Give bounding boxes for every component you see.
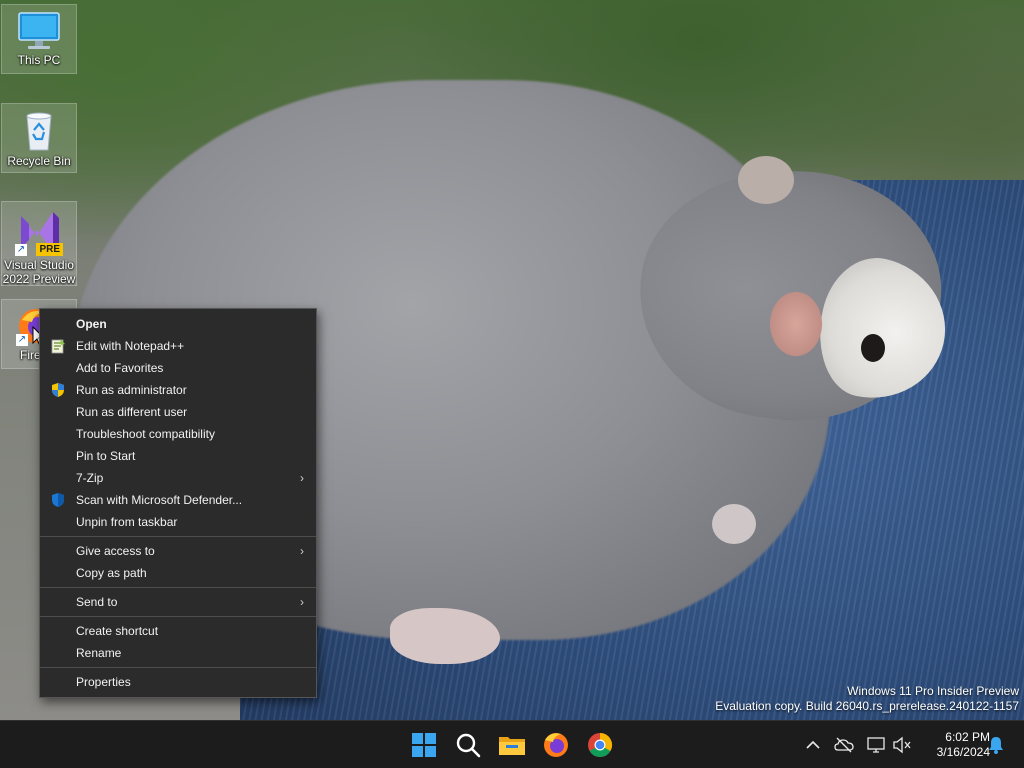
chevron-up-icon[interactable] [803,735,823,755]
menu-item-properties[interactable]: Properties [40,671,316,693]
file-explorer-icon[interactable] [496,729,528,761]
menu-item-label: Give access to [76,544,155,558]
desktop-icon-label-line1: Visual Studio [4,258,74,272]
menu-item-run-as-different-user[interactable]: Run as different user [40,401,316,423]
onedrive-icon[interactable] [834,735,854,755]
system-clock[interactable]: 6:02 PM 3/16/2024 [920,730,990,760]
chevron-right-icon: › [300,471,304,485]
menu-item-label: Copy as path [76,566,147,580]
chrome-icon[interactable] [584,729,616,761]
clock-date: 3/16/2024 [936,745,990,759]
desktop-icon-visual-studio-preview[interactable]: ↗ PRE Visual Studio 2022 Preview [1,201,77,286]
menu-item-label: Send to [76,595,118,609]
desktop-icon-recycle-bin[interactable]: Recycle Bin [1,103,77,173]
menu-separator [40,667,316,668]
desktop-wallpaper[interactable]: This PC Recycle Bin ↗ PRE Visual Studio … [0,0,1024,720]
watermark-edition: Windows 11 Pro Insider Preview [847,684,1019,698]
menu-item-label: Edit with Notepad++ [76,339,185,353]
chevron-right-icon: › [300,595,304,609]
taskbar: 6:02 PM 3/16/2024 [0,720,1024,768]
firefox-icon[interactable] [540,729,572,761]
shortcut-arrow-icon: ↗ [15,244,27,256]
menu-item-unpin-from-taskbar[interactable]: Unpin from taskbar [40,511,316,533]
menu-item-rename[interactable]: Rename [40,642,316,664]
notepad-plus-plus-icon [51,339,65,354]
menu-item-label: Rename [76,646,122,660]
menu-separator [40,616,316,617]
start-icon[interactable] [408,729,440,761]
chevron-right-icon: › [300,544,304,558]
menu-item-label: Run as different user [76,405,188,419]
menu-item-7-zip[interactable]: 7-Zip › [40,467,316,489]
menu-item-open[interactable]: Open [40,313,316,335]
menu-item-give-access-to[interactable]: Give access to › [40,540,316,562]
wallpaper-rat-paw [712,504,756,544]
menu-item-label: Add to Favorites [76,361,164,375]
wallpaper-rat-ear [738,156,794,204]
this-pc-icon [18,12,60,49]
network-icon[interactable] [866,735,886,755]
menu-item-pin-to-start[interactable]: Pin to Start [40,445,316,467]
menu-item-edit-with-notepad-plus-plus[interactable]: Edit with Notepad++ [40,335,316,357]
menu-item-run-as-administrator[interactable]: Run as administrator [40,379,316,401]
menu-item-label: Open [76,317,107,331]
menu-item-scan-with-defender[interactable]: Scan with Microsoft Defender... [40,489,316,511]
menu-separator [40,587,316,588]
context-menu: Open Edit with Notepad++ Add to Favorite… [39,308,317,698]
menu-item-label: 7-Zip [76,471,104,485]
visual-studio-preview-icon: ↗ PRE [15,208,63,256]
menu-item-send-to[interactable]: Send to › [40,591,316,613]
notification-bell-icon[interactable] [986,735,1006,755]
preview-badge: PRE [36,243,63,256]
menu-item-label: Pin to Start [76,449,136,463]
menu-item-create-shortcut[interactable]: Create shortcut [40,620,316,642]
menu-item-add-to-favorites[interactable]: Add to Favorites [40,357,316,379]
menu-item-copy-as-path[interactable]: Copy as path [40,562,316,584]
wallpaper-rat-ear [770,292,822,356]
desktop-icon-this-pc[interactable]: This PC [1,4,77,74]
menu-item-label: Troubleshoot compatibility [76,427,215,441]
recycle-bin-icon [26,112,52,151]
menu-item-troubleshoot-compatibility[interactable]: Troubleshoot compatibility [40,423,316,445]
desktop-icon-label-line2: 2022 Preview [2,272,76,286]
menu-item-label: Unpin from taskbar [76,515,178,529]
volume-muted-icon[interactable] [892,735,912,755]
menu-item-label: Properties [76,675,131,689]
defender-shield-icon [52,493,64,507]
desktop-icon-label: This PC [17,53,61,67]
wallpaper-rat-eye [861,334,885,362]
watermark-build: Evaluation copy. Build 26040.rs_prerelea… [715,699,1019,713]
menu-item-label: Run as administrator [76,383,187,397]
clock-time: 6:02 PM [945,730,990,744]
uac-shield-icon [52,383,64,397]
menu-separator [40,536,316,537]
menu-item-label: Create shortcut [76,624,159,638]
desktop-icon-label: Recycle Bin [7,154,71,168]
evaluation-watermark: Windows 11 Pro Insider Preview Evaluatio… [715,684,1019,714]
shortcut-arrow-icon: ↗ [16,334,28,346]
search-icon[interactable] [452,729,484,761]
menu-item-label: Scan with Microsoft Defender... [76,493,243,507]
